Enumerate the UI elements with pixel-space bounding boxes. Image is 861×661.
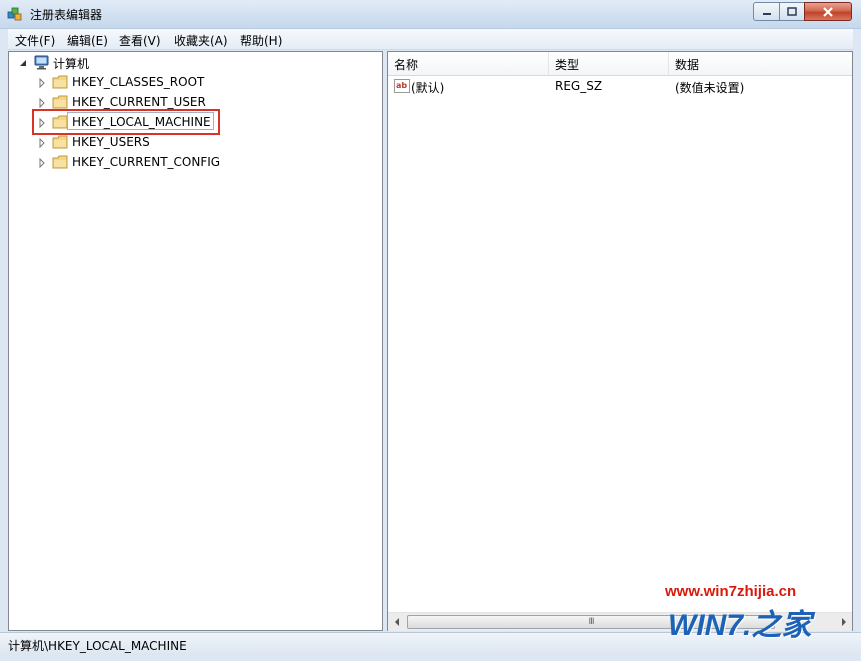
folder-icon bbox=[52, 155, 68, 169]
collapse-arrow-icon[interactable] bbox=[19, 58, 27, 68]
folder-icon bbox=[52, 75, 68, 89]
expand-arrow-icon[interactable] bbox=[38, 138, 46, 148]
watermark-logo: WIN7.之家 bbox=[668, 600, 840, 642]
close-button[interactable] bbox=[804, 2, 852, 21]
menu-edit[interactable]: 编辑(E) bbox=[67, 32, 108, 49]
computer-icon bbox=[34, 55, 49, 70]
column-header-data[interactable]: 数据 bbox=[669, 52, 852, 75]
svg-text:ab: ab bbox=[396, 81, 407, 90]
maximize-button[interactable] bbox=[779, 2, 805, 21]
tree-item-label: HKEY_USERS bbox=[72, 135, 150, 149]
scroll-left-button[interactable] bbox=[388, 613, 405, 631]
column-header-type[interactable]: 类型 bbox=[549, 52, 669, 75]
scroll-grip: III bbox=[588, 617, 595, 627]
values-pane[interactable]: 名称 类型 数据 ab (默认) REG_SZ (数值未设置) III bbox=[387, 51, 853, 631]
column-header-name[interactable]: 名称 bbox=[388, 52, 549, 75]
title-bar[interactable]: 注册表编辑器 bbox=[0, 0, 861, 29]
column-header-label: 类型 bbox=[555, 58, 580, 72]
tree-item-hkcr[interactable]: HKEY_CLASSES_ROOT bbox=[9, 74, 229, 92]
tree-item-label: HKEY_CURRENT_USER bbox=[72, 95, 206, 109]
highlight-annotation-box bbox=[32, 109, 220, 135]
expand-arrow-icon[interactable] bbox=[38, 98, 46, 108]
tree-item-label: HKEY_CLASSES_ROOT bbox=[72, 75, 205, 89]
folder-icon bbox=[52, 135, 68, 149]
expand-arrow-icon[interactable] bbox=[38, 78, 46, 88]
menu-view[interactable]: 查看(V) bbox=[119, 32, 161, 49]
value-type: REG_SZ bbox=[555, 79, 603, 93]
expand-arrow-icon[interactable] bbox=[38, 158, 46, 168]
folder-icon bbox=[52, 95, 68, 109]
key-tree-pane[interactable]: 计算机 HKEY_CLASSES_ROOT HKEY_CURRENT_USER … bbox=[8, 51, 383, 631]
close-icon bbox=[823, 6, 833, 17]
value-name: (默认) bbox=[411, 81, 445, 95]
tree-item-hku[interactable]: HKEY_USERS bbox=[9, 134, 229, 152]
tree-root-label: 计算机 bbox=[53, 57, 90, 71]
regedit-icon bbox=[7, 7, 22, 21]
menu-file[interactable]: 文件(F) bbox=[15, 32, 55, 49]
tree-item-hkcc[interactable]: HKEY_CURRENT_CONFIG bbox=[9, 154, 229, 172]
value-data: (数值未设置) bbox=[675, 81, 745, 95]
column-header-row: 名称 类型 数据 bbox=[388, 52, 852, 76]
menu-favorites[interactable]: 收藏夹(A) bbox=[174, 32, 228, 49]
maximize-icon bbox=[787, 7, 797, 16]
tree-root-computer[interactable]: 计算机 bbox=[9, 54, 209, 72]
menu-help[interactable]: 帮助(H) bbox=[240, 32, 282, 49]
watermark-brand: WIN7.之家 bbox=[668, 609, 812, 642]
minimize-button[interactable] bbox=[753, 2, 780, 21]
window-title: 注册表编辑器 bbox=[30, 8, 103, 22]
scroll-right-icon bbox=[841, 618, 846, 626]
minimize-icon bbox=[762, 12, 771, 15]
scroll-left-icon bbox=[394, 618, 399, 626]
string-value-icon: ab bbox=[394, 79, 410, 93]
status-path: 计算机\HKEY_LOCAL_MACHINE bbox=[8, 639, 187, 653]
column-header-label: 名称 bbox=[394, 58, 419, 72]
watermark-url: www.win7zhijia.cn bbox=[665, 583, 797, 600]
menu-bar: 文件(F) 编辑(E) 查看(V) 收藏夹(A) 帮助(H) bbox=[8, 29, 853, 50]
column-header-label: 数据 bbox=[675, 58, 700, 72]
tree-item-label: HKEY_CURRENT_CONFIG bbox=[72, 155, 221, 169]
